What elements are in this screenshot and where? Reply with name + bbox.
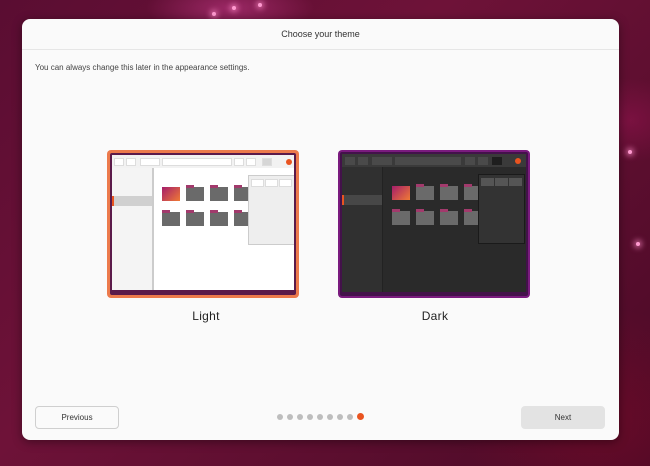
preview-toolbar xyxy=(112,155,294,168)
dark-preview-window xyxy=(340,152,528,296)
wallpaper-sparkle xyxy=(258,3,262,7)
folder-icon xyxy=(186,210,204,226)
preview-popover xyxy=(478,174,525,244)
preview-sidebar-selection xyxy=(112,196,152,206)
folder-icon xyxy=(440,209,458,225)
preview-sidebar xyxy=(112,168,154,290)
dark-theme-preview[interactable] xyxy=(338,150,530,298)
preview-toolbar xyxy=(342,154,526,167)
dark-theme-label: Dark xyxy=(421,309,449,323)
pager-dot xyxy=(317,413,323,420)
wallpaper-sparkle xyxy=(636,242,640,246)
pager-dot xyxy=(337,413,343,420)
step-pager xyxy=(277,413,368,420)
folder-icon xyxy=(210,185,228,201)
dialog-title: Choose your theme xyxy=(281,29,360,39)
folder-icon xyxy=(392,209,410,225)
dialog-subtitle: You can always change this later in the … xyxy=(35,63,250,72)
pager-dot xyxy=(297,413,303,420)
folder-icon xyxy=(186,185,204,201)
next-button[interactable]: Next xyxy=(521,406,605,429)
light-theme-preview[interactable] xyxy=(107,150,299,298)
folder-icon xyxy=(392,186,410,200)
preview-sidebar-selection xyxy=(342,195,382,205)
light-theme-label: Light xyxy=(192,309,220,323)
light-preview-window xyxy=(110,153,296,295)
preview-sidebar xyxy=(342,167,383,292)
pager-dot xyxy=(277,413,283,420)
folder-icon xyxy=(210,210,228,226)
theme-option-dark[interactable]: Dark xyxy=(338,150,532,323)
pager-dot xyxy=(287,413,293,420)
dialog-titlebar: Choose your theme xyxy=(22,19,619,50)
wallpaper-sparkle xyxy=(212,12,216,16)
folder-icon xyxy=(162,210,180,226)
theme-dialog: Choose your theme You can always change … xyxy=(22,19,619,440)
theme-option-light[interactable]: Light xyxy=(107,150,305,323)
previous-button[interactable]: Previous xyxy=(35,406,119,429)
folder-icon xyxy=(440,184,458,200)
close-dot-icon xyxy=(286,159,292,165)
wallpaper-sparkle xyxy=(628,150,632,154)
folder-icon xyxy=(162,187,180,201)
close-dot-icon xyxy=(515,158,521,164)
pager-dot xyxy=(327,413,333,420)
folder-icon xyxy=(416,184,434,200)
preview-popover xyxy=(248,175,294,245)
pager-dot xyxy=(347,413,353,420)
folder-icon xyxy=(416,209,434,225)
pager-dot xyxy=(307,413,313,420)
pager-dot-active xyxy=(357,413,364,420)
wallpaper-sparkle xyxy=(232,6,236,10)
